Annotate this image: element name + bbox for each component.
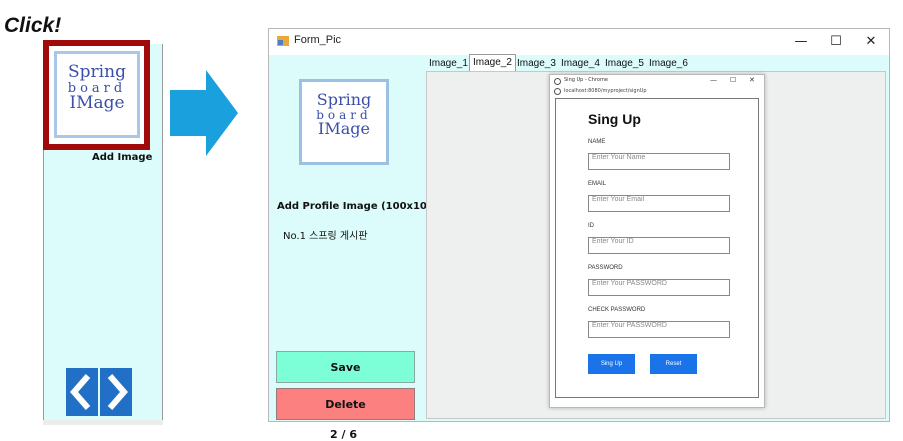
id-placeholder: Enter Your ID (592, 238, 634, 245)
tab-image-3[interactable]: Image_3 (514, 56, 559, 71)
app-icon (277, 36, 289, 46)
email-placeholder: Enter Your Email (592, 196, 645, 203)
tab-image-6[interactable]: Image_6 (646, 56, 691, 71)
browser-close-button[interactable]: ✕ (749, 76, 755, 84)
name-label: NAME (588, 139, 606, 145)
email-input[interactable]: Enter Your Email (588, 195, 730, 212)
thumbnail-panel-footer (43, 420, 163, 425)
email-label: EMAIL (588, 181, 607, 187)
password-label: PASSWORD (588, 265, 623, 271)
right-arrow-icon (170, 70, 238, 156)
id-input[interactable]: Enter Your ID (588, 237, 730, 254)
highlighted-thumbnail[interactable]: Spring board IMage (43, 40, 150, 150)
profile-image-text-1: Spring (316, 90, 372, 109)
chrome-icon (554, 78, 561, 85)
close-button[interactable]: ✕ (861, 33, 881, 51)
info-icon (554, 88, 561, 95)
minimize-button[interactable]: — (791, 33, 811, 51)
browser-minimize-button[interactable]: — (710, 76, 717, 84)
chevron-right-icon (107, 374, 128, 410)
form-pic-window: Form_Pic — ☐ ✕ Spring board IMage Add Pr… (268, 28, 890, 441)
browser-title: Sing Up - Chrome (564, 77, 608, 83)
check-password-input[interactable]: Enter Your PASSWORD (588, 321, 730, 338)
browser-url[interactable]: localhost:8080/myproject/signUp (564, 88, 647, 94)
tab-content-image: Sing Up - Chrome — ☐ ✕ localhost:8080/my… (426, 71, 886, 419)
name-placeholder: Enter Your Name (592, 154, 646, 161)
window-client-area: Spring board IMage Add Profile Image (10… (269, 54, 889, 441)
window-titlebar: Form_Pic — ☐ ✕ (269, 29, 889, 55)
browser-screenshot: Sing Up - Chrome — ☐ ✕ localhost:8080/my… (549, 74, 765, 408)
add-profile-image-label: Add Profile Image (100x100) (277, 201, 439, 212)
profile-image-box[interactable]: Spring board IMage (299, 79, 389, 165)
signup-title: Sing Up (588, 111, 641, 127)
click-callout-label: Click! (4, 14, 62, 37)
thumbnail-image: Spring board IMage (54, 51, 140, 138)
tab-image-4[interactable]: Image_4 (558, 56, 603, 71)
check-password-placeholder: Enter Your PASSWORD (592, 322, 667, 329)
browser-maximize-button[interactable]: ☐ (730, 76, 736, 84)
board-meta-text: No.1 스프링 게시판 (283, 231, 368, 242)
password-input[interactable]: Enter Your PASSWORD (588, 279, 730, 296)
window-title: Form_Pic (294, 34, 342, 46)
password-placeholder: Enter Your PASSWORD (592, 280, 667, 287)
check-password-label: CHECK PASSWORD (588, 307, 646, 313)
signup-page: Sing Up NAME Enter Your Name EMAIL Enter… (555, 98, 759, 398)
next-image-button[interactable] (100, 368, 132, 416)
name-input[interactable]: Enter Your Name (588, 153, 730, 170)
add-image-label: Add Image (92, 152, 153, 163)
chevron-left-icon (70, 374, 91, 410)
page-indicator: 2 / 6 (330, 428, 357, 441)
delete-button[interactable]: Delete (276, 388, 415, 420)
maximize-button[interactable]: ☐ (826, 33, 846, 51)
previous-image-button[interactable] (66, 368, 98, 416)
thumbnail-text-1: Spring (68, 62, 126, 82)
profile-image-text-3: IMage (318, 119, 370, 139)
reset-button[interactable]: Reset (650, 354, 697, 374)
save-button[interactable]: Save (276, 351, 415, 383)
signup-submit-button[interactable]: Sing Up (588, 354, 635, 374)
id-label: ID (588, 223, 594, 229)
tab-image-2[interactable]: Image_2 (469, 54, 516, 72)
thumbnail-text-3: IMage (69, 93, 125, 114)
tab-image-1[interactable]: Image_1 (426, 56, 471, 71)
tab-image-5[interactable]: Image_5 (602, 56, 647, 71)
